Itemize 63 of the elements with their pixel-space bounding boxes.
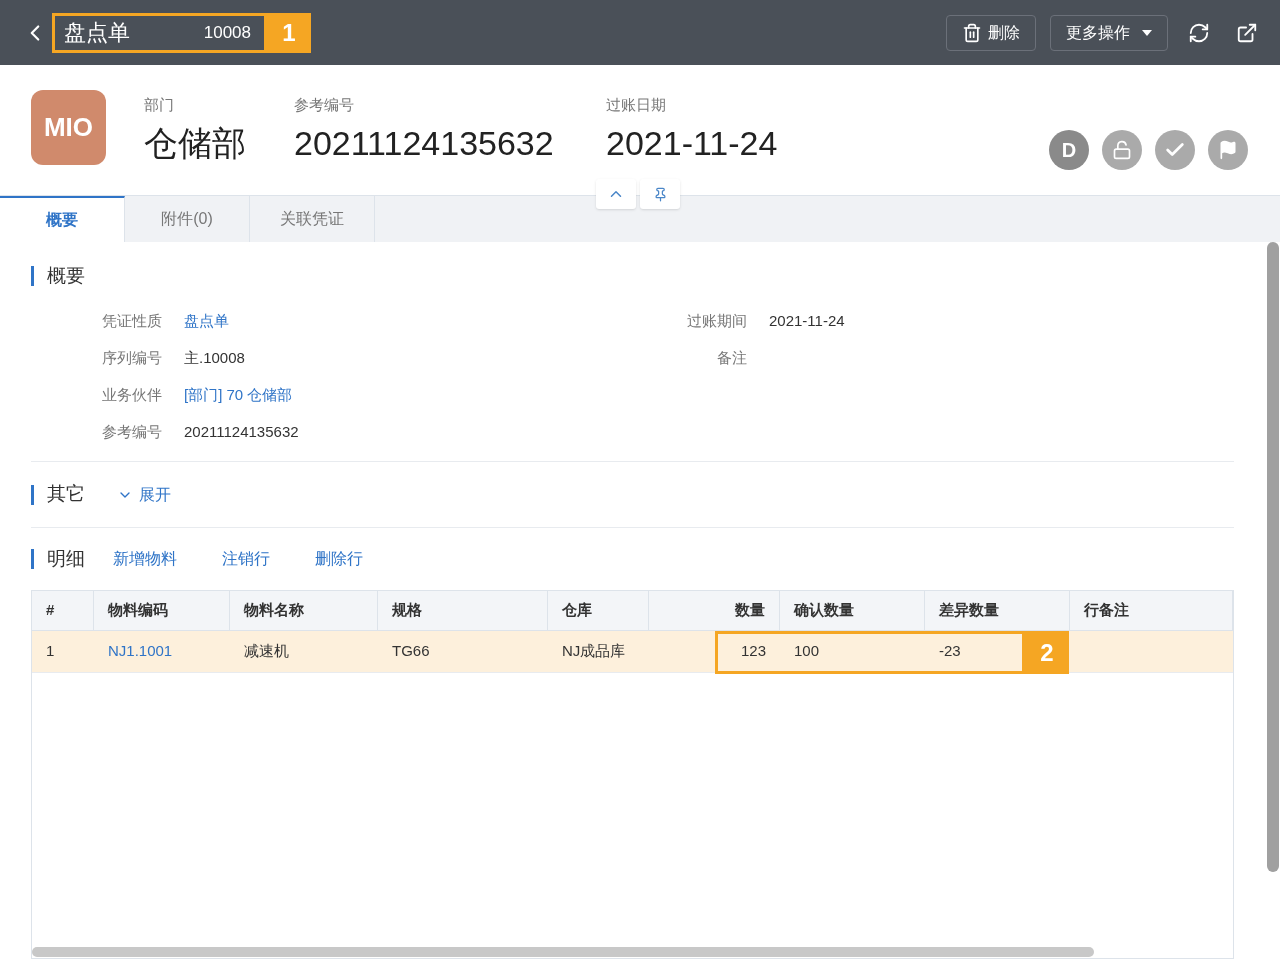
field-label: 序列编号: [101, 348, 162, 369]
pin-icon: [652, 186, 668, 202]
header-label: 过账日期: [606, 95, 667, 115]
vertical-scrollbar[interactable]: [1267, 242, 1279, 872]
column-header: 物料编码: [108, 600, 168, 621]
caret-icon: [1142, 29, 1152, 36]
column-header: 行备注: [1084, 600, 1129, 621]
table-cell-text: 100: [794, 641, 820, 662]
page-title: 盘点单: [64, 19, 130, 47]
header-label: 部门: [144, 95, 175, 115]
more-actions-button[interactable]: 更多操作: [1050, 14, 1168, 51]
expand-toggle[interactable]: 展开: [117, 482, 171, 507]
horizontal-scrollbar[interactable]: [32, 947, 1094, 957]
table-cell-text: NJ成品库: [562, 641, 626, 662]
tab[interactable]: 附件(0): [125, 196, 250, 242]
pin-button[interactable]: [640, 179, 680, 209]
table-cell-text: 1: [46, 641, 55, 662]
column-header: 仓库: [562, 600, 592, 621]
header-value: 2021-11-24: [606, 122, 778, 164]
field-value: 主.10008: [184, 348, 245, 369]
field-label: 凭证性质: [101, 311, 162, 332]
toolbar-link[interactable]: 删除行: [315, 547, 363, 571]
table-cell-text: -23: [939, 641, 961, 662]
field-value: 2021-11-24: [769, 311, 845, 332]
section-title: 概要: [47, 263, 85, 288]
trash-icon: [962, 22, 982, 43]
toolbar-link[interactable]: 新增物料: [113, 547, 177, 571]
section-title: 明细: [47, 546, 85, 571]
column-header: 差异数量: [939, 600, 999, 621]
delete-button[interactable]: 删除: [946, 14, 1036, 51]
column-header: 确认数量: [794, 600, 854, 621]
share-icon[interactable]: [1236, 21, 1258, 44]
toolbar-link[interactable]: 注销行: [222, 547, 270, 571]
header-label: 参考编号: [294, 95, 355, 115]
field-link[interactable]: [部门] 70 仓储部: [184, 384, 293, 407]
column-header: 数量: [735, 600, 765, 621]
field-label: 备注: [716, 348, 747, 369]
document-number: 10008: [203, 21, 251, 44]
column-header: #: [46, 600, 55, 621]
field-label: 业务伙伴: [101, 385, 162, 406]
logo: MIO: [31, 90, 106, 165]
flag-icon: [1208, 130, 1248, 170]
column-header: 物料名称: [244, 600, 304, 621]
callout-number: 2: [1025, 631, 1069, 674]
column-header: 规格: [392, 600, 422, 621]
header-value: 20211124135632: [294, 122, 555, 164]
unlock-icon: [1102, 130, 1142, 170]
field-value: 20211124135632: [184, 422, 299, 443]
tab[interactable]: 关联凭证: [250, 196, 375, 242]
status-badge: D: [1049, 130, 1089, 170]
field-label: 过账期间: [686, 311, 747, 332]
item-code-link[interactable]: NJ1.1001: [108, 640, 173, 663]
check-icon: [1155, 130, 1195, 170]
table-cell-text: 减速机: [244, 641, 289, 662]
callout-number: 1: [267, 12, 311, 53]
field-label: 参考编号: [101, 422, 162, 443]
tab[interactable]: 概要: [0, 196, 125, 242]
field-link[interactable]: 盘点单: [184, 310, 229, 333]
section-title: 其它: [47, 482, 85, 507]
table-cell-text: 123: [740, 641, 766, 662]
header-value: 仓储部: [144, 122, 247, 164]
table-cell-text: TG66: [392, 641, 430, 662]
refresh-icon[interactable]: [1188, 21, 1210, 44]
